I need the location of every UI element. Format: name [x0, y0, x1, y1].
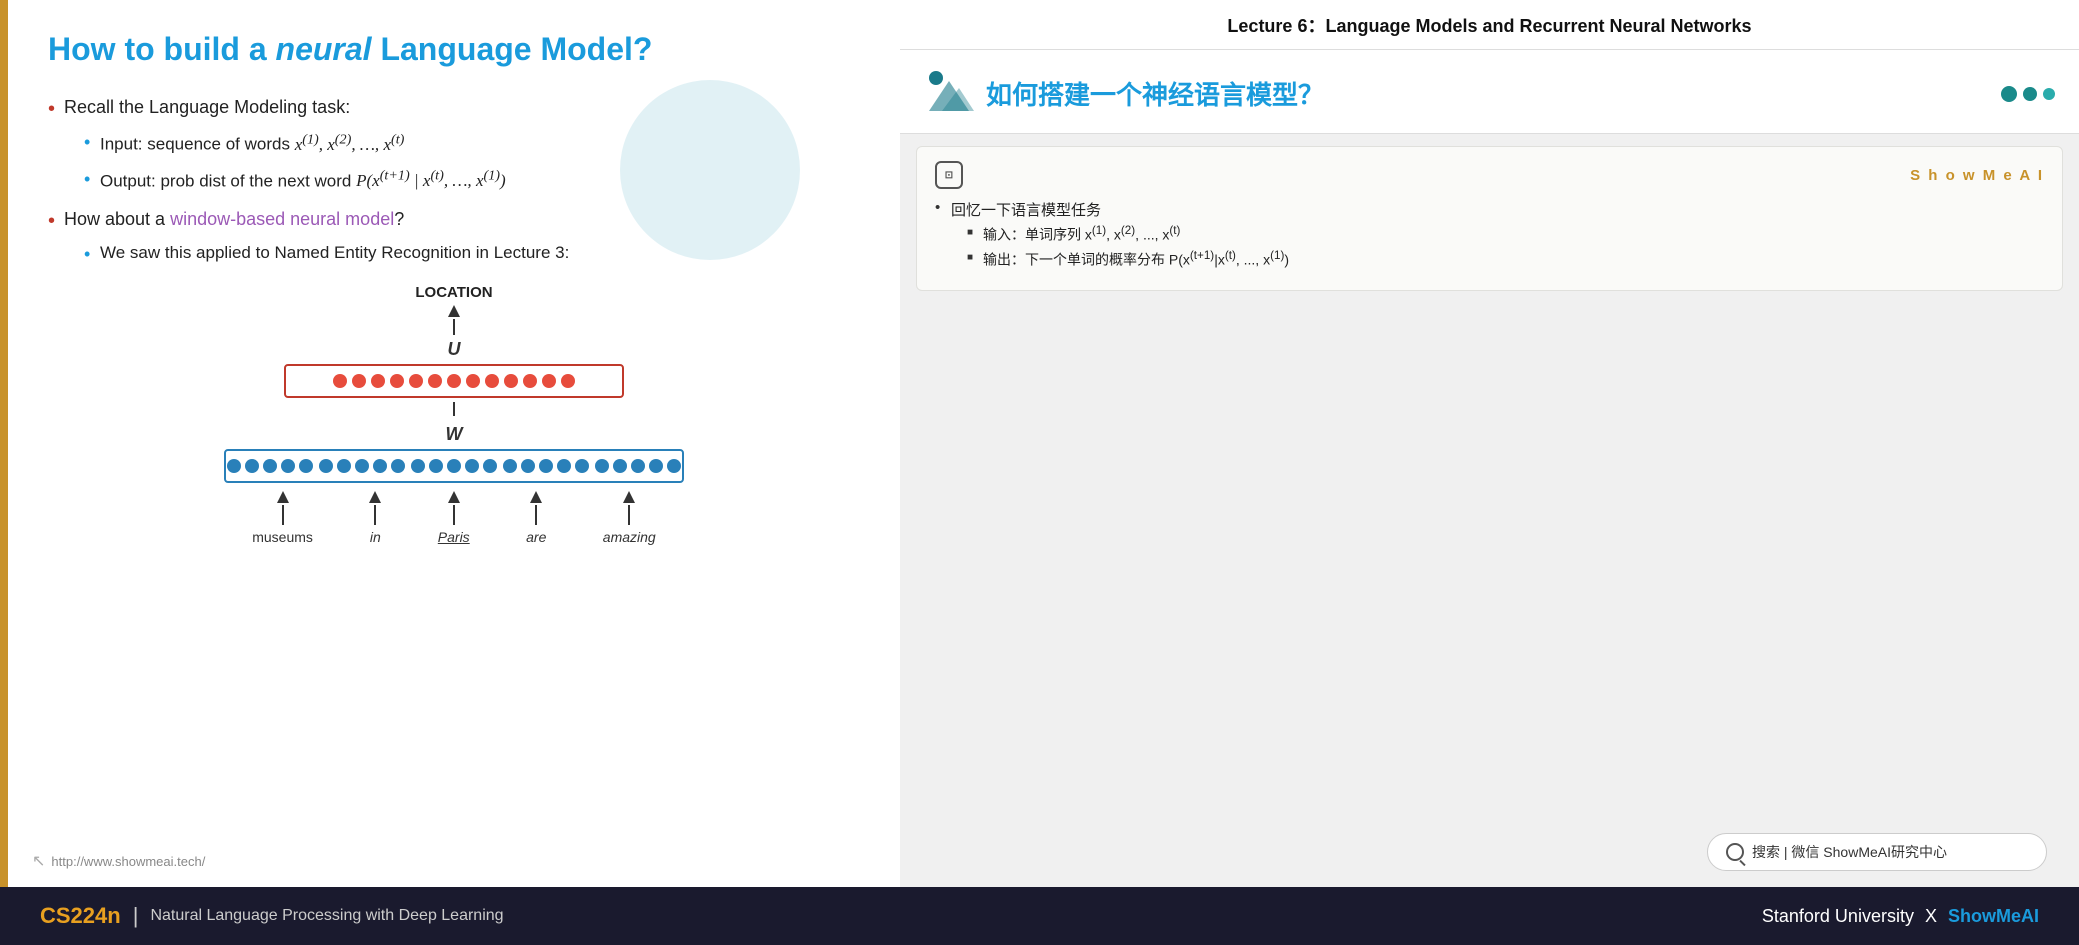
window-based-text: window-based neural model [170, 209, 394, 229]
slide-panel: How to build a neural Language Model? Re… [0, 0, 900, 887]
cursor-icon: ↖ [32, 851, 45, 871]
blue-group-1 [227, 459, 313, 473]
footer-university: Stanford University [1762, 906, 1914, 926]
word-label-in: in [369, 491, 381, 545]
red-dot [466, 374, 480, 388]
nn-diagram: LOCATION U W [48, 284, 860, 545]
bullet-item-2: How about a window-based neural model? W… [48, 204, 860, 267]
footer-divider: | [133, 903, 139, 929]
arrow-line-u [453, 319, 455, 335]
blue-group-2 [319, 459, 405, 473]
arrow-head-up [448, 305, 460, 317]
word-labels: museums in Paris are [224, 491, 684, 545]
word-label-amazing: amazing [603, 491, 656, 545]
blue-group-3 [411, 459, 497, 473]
cn-bullet-list: 回忆一下语言模型任务 输入：单词序列 x(1), x(2), ..., x(t)… [935, 199, 2044, 269]
word-text-in: in [370, 529, 381, 545]
red-dot [409, 374, 423, 388]
lecture-title: Lecture 6：Language Models and Recurrent … [924, 14, 2055, 39]
sub-bullet-list-2: We saw this applied to Named Entity Reco… [64, 239, 860, 268]
translation-section: 如何搭建一个神经语言模型？ [900, 50, 2079, 134]
math-output: P(x(t+1) | x(t), …, x(1)) [356, 171, 506, 190]
slide-footer-link: ↖ http://www.showmeai.tech/ [32, 851, 205, 871]
mountain-icon-wrapper [924, 66, 974, 121]
showmeai-box-header: ⊡ S h o w M e A I [935, 161, 2044, 189]
ai-icon: ⊡ [935, 161, 963, 189]
search-bar[interactable]: 搜索 | 微信 ShowMeAI研究中心 [1707, 833, 2047, 871]
word-text-paris: Paris [438, 529, 470, 545]
bullet-item-1: Recall the Language Modeling task: Input… [48, 92, 860, 196]
ai-icon-text: ⊡ [945, 170, 953, 181]
red-dot [542, 374, 556, 388]
cn-sub-1-1: 输入：单词序列 x(1), x(2), ..., x(t) [967, 224, 2044, 245]
sub-bullet-list-1: Input: sequence of words x(1), x(2), …, … [64, 127, 860, 196]
location-label: LOCATION [415, 284, 492, 301]
u-label: U [448, 339, 461, 360]
footer-showmeai: ShowMeAI [1948, 906, 2039, 926]
slide-title: How to build a neural Language Model? [48, 30, 860, 68]
teal-dot-small [2043, 88, 2055, 100]
red-dot [333, 374, 347, 388]
word-label-paris: Paris [438, 491, 470, 545]
footer-link-text: http://www.showmeai.tech/ [51, 854, 205, 869]
red-dot [504, 374, 518, 388]
slide-title-italic: neural [276, 31, 372, 67]
blue-box [224, 449, 684, 483]
slide-title-part2: Language Model? [372, 31, 653, 67]
red-box [284, 364, 624, 398]
footer-left: CS224n | Natural Language Processing wit… [40, 903, 504, 929]
red-dot [352, 374, 366, 388]
red-dot [428, 374, 442, 388]
footer-course: CS224n [40, 903, 121, 929]
search-icon [1726, 843, 1744, 861]
footer-bar: CS224n | Natural Language Processing wit… [0, 887, 2079, 945]
lecture-header: Lecture 6：Language Models and Recurrent … [900, 0, 2079, 50]
chinese-title: 如何搭建一个神经语言模型？ [986, 75, 1324, 112]
red-dot [561, 374, 575, 388]
mountain-icon [924, 66, 974, 116]
sub-bullet-1-1: Input: sequence of words x(1), x(2), …, … [84, 127, 860, 160]
right-panel: Lecture 6：Language Models and Recurrent … [900, 0, 2079, 887]
footer-right: Stanford University X ShowMeAI [1762, 906, 2039, 927]
footer-description: Natural Language Processing with Deep Le… [150, 907, 503, 925]
word-text-museums: museums [252, 529, 313, 545]
arrow-line-w [453, 402, 455, 416]
showmeai-box: ⊡ S h o w M e A I 回忆一下语言模型任务 输入：单词序列 x(1… [916, 146, 2063, 290]
showmeai-brand: S h o w M e A I [1910, 167, 2044, 184]
cn-sub-1-2: 输出：下一个单词的概率分布 P(x(t+1)|x(t), ..., x(1)) [967, 249, 2044, 270]
blue-group-5 [595, 459, 681, 473]
cn-bullet-1: 回忆一下语言模型任务 输入：单词序列 x(1), x(2), ..., x(t)… [935, 199, 2044, 269]
teal-dot-medium [2023, 87, 2037, 101]
red-dot [485, 374, 499, 388]
search-label: 搜索 | 微信 ShowMeAI研究中心 [1752, 842, 1947, 862]
slide-title-part1: How to build a [48, 31, 276, 67]
sub-bullet-2-1: We saw this applied to Named Entity Reco… [84, 239, 860, 268]
word-text-are: are [526, 529, 546, 545]
word-label-museums: museums [252, 491, 313, 545]
red-dot [447, 374, 461, 388]
cn-bullet-text-1: 回忆一下语言模型任务 [951, 202, 1101, 219]
footer-x-symbol: X [1925, 906, 1942, 926]
cn-sub-list-1: 输入：单词序列 x(1), x(2), ..., x(t) 输出：下一个单词的概… [951, 224, 2044, 269]
bullet-text-1: Recall the Language Modeling task: [64, 97, 350, 117]
teal-dot-large [2001, 86, 2017, 102]
red-dot [390, 374, 404, 388]
math-input: x(1), x(2), …, x(t) [295, 135, 405, 154]
teal-dots [2001, 86, 2055, 102]
word-label-are: are [526, 491, 546, 545]
sub-bullet-1-2: Output: prob dist of the next word P(x(t… [84, 164, 860, 197]
bullet-list: Recall the Language Modeling task: Input… [48, 92, 860, 267]
search-bar-wrapper: 搜索 | 微信 ShowMeAI研究中心 [1691, 833, 2063, 871]
w-label: W [446, 424, 463, 445]
red-dot [523, 374, 537, 388]
red-dot [371, 374, 385, 388]
blue-group-4 [503, 459, 589, 473]
word-text-amazing: amazing [603, 529, 656, 545]
